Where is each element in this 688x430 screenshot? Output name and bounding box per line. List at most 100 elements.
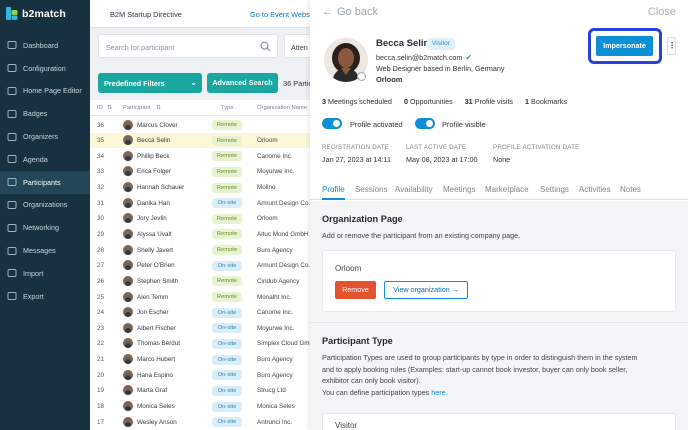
table-row[interactable]: 31 Danika Han On-site Armunt Design Co.: [90, 195, 310, 211]
row-participant-name[interactable]: Jory Jevlin: [137, 215, 167, 222]
event-website-link[interactable]: Go to Event Website: [250, 10, 318, 19]
table-row[interactable]: 30 Jory Jevlin Remote Orloom: [90, 211, 310, 227]
participation-types-link[interactable]: here: [431, 388, 445, 397]
email-text: becca.selin@b2match.com: [376, 53, 463, 62]
stat-label: Bookmarks: [531, 97, 567, 106]
sidebar-item-dashboard[interactable]: Dashboard: [0, 34, 90, 57]
tab-marketplace[interactable]: Marketplace: [485, 185, 529, 194]
table-row[interactable]: 35 Becca Selin Remote Orloom: [90, 132, 310, 149]
header-participant[interactable]: Participant: [123, 105, 150, 111]
stat-value: 0: [403, 97, 408, 106]
avatar: [123, 322, 133, 333]
sidebar-item-label: Home Page Editor: [23, 86, 82, 96]
row-organization: Armunt Design Co.: [257, 199, 310, 207]
row-id: 18: [97, 403, 105, 411]
row-participant-name[interactable]: Marcus Clover: [137, 122, 178, 129]
sidebar-item-networking[interactable]: Networking: [0, 216, 90, 239]
sidebar-item-organizers[interactable]: Organizers: [0, 125, 90, 148]
profile-activated-toggle[interactable]: [322, 118, 342, 129]
table-row[interactable]: 22 Thomas Berdut On-site Simplex Cloud GmbH: [90, 336, 310, 352]
sidebar-item-organizations[interactable]: Organizations: [0, 194, 90, 217]
table-row[interactable]: 21 Marco Hubert On-site Buro Agency: [90, 352, 310, 368]
table-row[interactable]: 36 Marcus Clover Remote: [90, 117, 310, 133]
table-row[interactable]: 33 Erica Folger Remote Moyurwe Inc.: [90, 164, 310, 180]
verified-check-icon: ✔: [465, 53, 473, 62]
row-id: 19: [97, 387, 105, 395]
sidebar-item-label: Badges: [23, 109, 48, 119]
header-id[interactable]: ID: [97, 105, 103, 111]
sort-icon[interactable]: ⇅: [107, 105, 112, 111]
row-participant-name[interactable]: Jon Escher: [137, 309, 169, 316]
table-row[interactable]: 29 Alyssa Uvalt Remote Altuc Mond GmbH: [90, 226, 310, 242]
row-participant-name[interactable]: Marco Hubert: [137, 356, 175, 363]
row-participant-name[interactable]: Phillip Beck: [137, 153, 170, 160]
impersonate-button[interactable]: Impersonate: [596, 36, 653, 56]
sidebar-item-configuration[interactable]: Configuration: [0, 57, 90, 80]
table-row[interactable]: 34 Phillip Beck Remote Canome Inc.: [90, 148, 310, 164]
search-input[interactable]: Search for participant: [98, 34, 278, 58]
row-participant-name[interactable]: Wesley Anson: [137, 419, 177, 426]
participant-type-select[interactable]: Visitor: [322, 413, 676, 430]
row-participant-name[interactable]: Alyssa Uvalt: [137, 231, 172, 238]
table-row[interactable]: 27 Peter O'Brien On-site Armunt Design Co.: [90, 258, 310, 274]
view-organization-button[interactable]: View organization →: [384, 281, 468, 299]
profile-visible-toggle[interactable]: [415, 118, 435, 129]
table-row[interactable]: 23 Albert Fischer On-site Moyurwe Inc.: [90, 320, 310, 336]
table-row[interactable]: 18 Monica Seles On-site Monica Seles: [90, 399, 310, 415]
row-participant-name[interactable]: Alen Temm: [137, 294, 168, 301]
sidebar-item-home-page-editor[interactable]: Home Page Editor: [0, 80, 90, 103]
row-participant-name[interactable]: Peter O'Brien: [137, 262, 175, 269]
sidebar-item-export[interactable]: Export: [0, 285, 90, 308]
remove-organization-button[interactable]: Remove: [335, 281, 376, 299]
topbar: B2M Startup Directive Go to Event Websit…: [90, 0, 318, 28]
row-participant-name[interactable]: Thomas Berdut: [137, 340, 180, 347]
row-id: 30: [97, 215, 105, 223]
row-id: 25: [97, 293, 105, 301]
avatar: [123, 369, 133, 380]
tab-activities[interactable]: Activities: [579, 185, 611, 194]
row-participant-name[interactable]: Albert Fischer: [137, 325, 176, 332]
predefined-filters-dropdown[interactable]: Predefined Filters ⌄: [98, 73, 202, 93]
tab-settings[interactable]: Settings: [540, 185, 569, 194]
row-participant-name[interactable]: Becca Selin: [137, 137, 170, 144]
row-type-badge: Remote: [212, 213, 242, 224]
advanced-search-button[interactable]: Advanced Search: [207, 73, 278, 93]
tab-notes[interactable]: Notes: [620, 185, 641, 194]
brand[interactable]: b2match: [6, 7, 66, 20]
row-participant-name[interactable]: Monica Seles: [137, 403, 175, 410]
sidebar-item-import[interactable]: Import: [0, 262, 90, 285]
network-icon: [7, 223, 17, 232]
table-row[interactable]: 20 Hana Espino On-site Buro Agency: [90, 367, 310, 383]
row-participant-name[interactable]: Shelly Javert: [137, 247, 173, 254]
dashboard-icon: [7, 41, 17, 50]
tab-profile[interactable]: Profile: [322, 185, 345, 200]
tab-meetings[interactable]: Meetings: [443, 185, 475, 194]
row-participant-name[interactable]: Marta Graf: [137, 387, 167, 394]
table-body: 36 Marcus Clover Remote 35 Becca Selin Remote…: [90, 117, 310, 430]
row-participant-name[interactable]: Danika Han: [137, 200, 170, 207]
stat-value: 31: [464, 97, 473, 106]
row-participant-name[interactable]: Hannah Schauer: [137, 184, 184, 191]
table-row[interactable]: 26 Stephen Smith Remote Cindub Agency: [90, 273, 310, 289]
tab-sessions[interactable]: Sessions: [355, 185, 387, 194]
table-row[interactable]: 25 Alen Temm Remote Monalht Inc.: [90, 289, 310, 305]
more-options-icon[interactable]: ⋮: [667, 37, 676, 55]
tab-availability[interactable]: Availability: [395, 185, 433, 194]
go-back-button[interactable]: ← Go back: [322, 6, 378, 18]
table-row[interactable]: 28 Shelly Javert Remote Buro Agency: [90, 242, 310, 258]
row-participant-name[interactable]: Stephen Smith: [137, 278, 178, 285]
row-participant-name[interactable]: Erica Folger: [137, 168, 171, 175]
table-row[interactable]: 17 Wesley Anson On-site Antrunci Inc.: [90, 414, 310, 430]
sort-icon[interactable]: ⇅: [156, 105, 161, 111]
table-row[interactable]: 32 Hannah Schauer Remote Mollno: [90, 180, 310, 196]
sidebar-item-agenda[interactable]: Agenda: [0, 148, 90, 171]
table-row[interactable]: 24 Jon Escher On-site Canome Inc.: [90, 305, 310, 321]
participant-type-selected: Visitor: [335, 421, 358, 430]
sidebar-item-messages[interactable]: Messages: [0, 239, 90, 262]
row-participant-name[interactable]: Hana Espino: [137, 372, 173, 379]
sidebar-item-participants[interactable]: Participants: [0, 170, 90, 194]
table-row[interactable]: 19 Marta Graf On-site Strucg Ltd: [90, 383, 310, 399]
sidebar-item-badges[interactable]: Badges: [0, 102, 90, 125]
row-organization: Altuc Mond GmbH: [257, 230, 309, 238]
close-button[interactable]: Close: [648, 6, 676, 18]
